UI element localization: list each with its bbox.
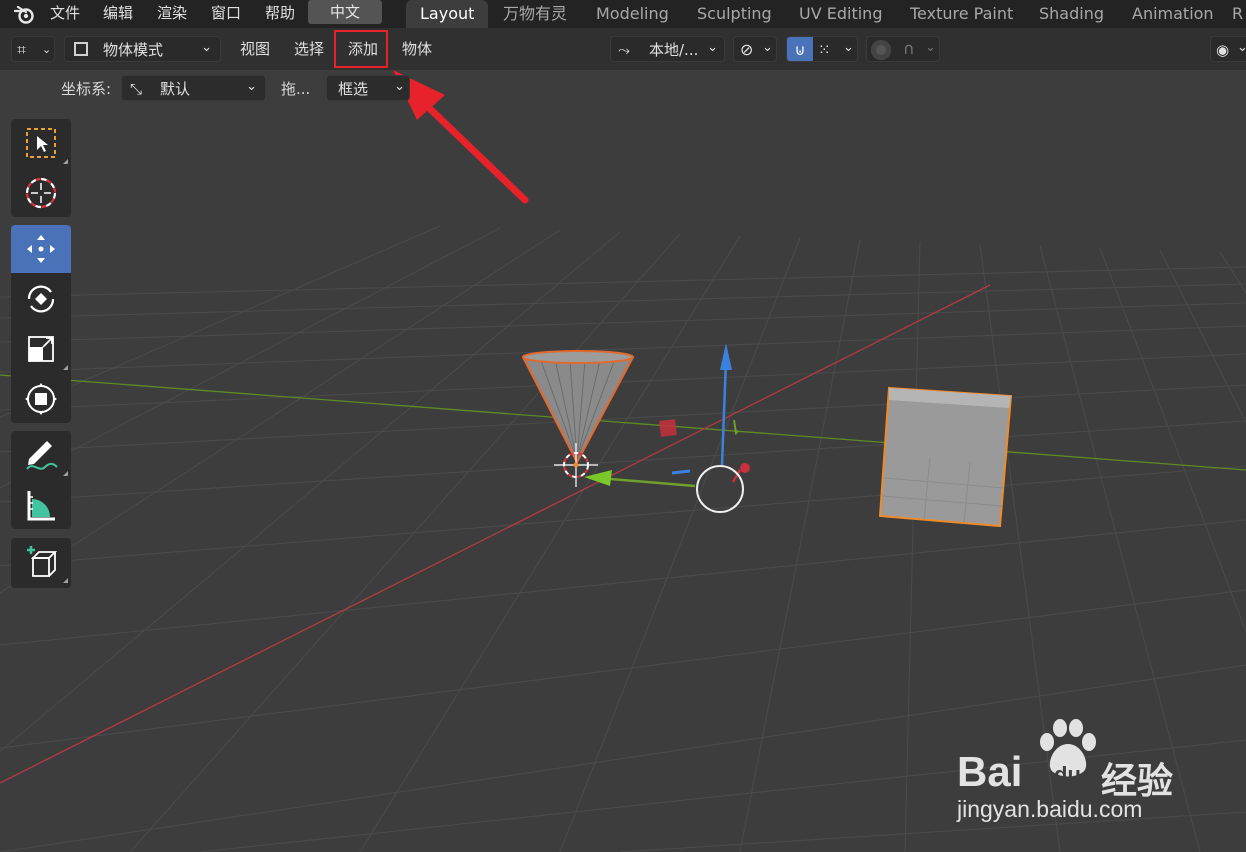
mode-select[interactable]: 物体模式 ⌄ [64,36,221,62]
tab-modeling[interactable]: Modeling [596,0,669,28]
chevron-down-icon: ⌄ [201,40,212,55]
menu-window[interactable]: 窗口 [211,2,241,26]
tab-texture-paint[interactable]: Texture Paint [910,0,1013,28]
select-tools-panel [11,119,71,217]
chevron-down-icon: ⌄ [394,79,405,94]
baidu-watermark: Bai du 经验 jingyan.baidu.com [955,718,1185,828]
snap-target-icon[interactable]: ⁙ [818,37,831,63]
tab-overflow[interactable]: R [1232,0,1243,28]
move-tool[interactable] [11,225,71,273]
chevron-down-icon: ⌄ [1237,40,1246,55]
proportional-edit-group: ∩ ⌄ [866,36,940,62]
measure-tool[interactable] [11,481,71,529]
menu-edit[interactable]: 编辑 [103,2,133,26]
transform-tool[interactable] [11,375,71,423]
chevron-down-icon: ⌄ [762,40,773,55]
drag-value: 框选 [338,80,369,98]
annotate-tool[interactable] [11,431,71,479]
proportional-edit-icon[interactable] [871,40,891,60]
cursor-icon [25,177,57,209]
transform-tools-panel [11,225,71,423]
move-icon [27,235,55,263]
add-cube-tool[interactable] [11,538,71,586]
tab-layout[interactable]: Layout [406,0,489,28]
baidu-url: jingyan.baidu.com [957,796,1143,822]
tab-uv-editing[interactable]: UV Editing [799,0,882,28]
viewport-header: ⌗ ⌄ 物体模式 ⌄ ⤳ 本地/... ⌄ ⊘ ⌄ ⊍ ⁙ ⌄ ∩ ⌄ ◉ ⌄ [0,28,1246,70]
drag-label: 拖... [281,80,311,98]
visibility-button[interactable]: ◉ ⌄ [1210,36,1246,62]
blender-logo-icon[interactable] [14,4,36,24]
editor-type-button[interactable]: ⌗ ⌄ [11,36,55,62]
tab-wanwu[interactable]: 万物有灵 [503,0,567,28]
tab-shading[interactable]: Shading [1039,0,1104,28]
menu-render[interactable]: 渲染 [157,2,187,26]
annotate-pencil-icon [26,441,58,470]
orientation-icon: ⤳ [618,41,631,59]
select-box-tool[interactable] [11,119,71,167]
axes-icon: ⤡ [130,80,143,98]
menu-object[interactable]: 物体 [402,36,432,62]
mode-label: 物体模式 [103,41,164,59]
snap-group: ⊍ ⁙ ⌄ [786,36,858,62]
tab-sculpting[interactable]: Sculpting [697,0,772,28]
falloff-curve-icon[interactable]: ∩ [903,36,915,62]
tool-options-bar: 坐标系: ⤡ 默认 ⌄ 拖... 框选 ⌄ [0,70,1246,108]
rotate-tool[interactable] [11,275,71,323]
menu-view[interactable]: 视图 [240,36,270,62]
chevron-down-icon[interactable]: ⌄ [925,35,936,61]
cube-object[interactable] [878,386,1013,528]
add-tools-panel [11,538,71,588]
add-cube-icon [27,546,58,577]
chevron-down-icon: ⌄ [246,79,257,94]
baidu-brand-bai: Bai [957,748,1023,795]
rotate-icon [27,285,55,313]
editor-type-icon: ⌗ [17,40,27,59]
transform-pivot-button[interactable]: ⊘ ⌄ [733,36,777,62]
menu-file[interactable]: 文件 [50,2,80,26]
scale-tool[interactable] [11,325,71,373]
baidu-brand-du: du [1054,762,1081,787]
chevron-down-icon[interactable]: ⌄ [843,35,854,61]
drag-select[interactable]: 框选 ⌄ [326,75,410,101]
coord-system-select[interactable]: ⤡ 默认 ⌄ [121,75,266,101]
object-mode-icon [74,42,88,56]
measure-ruler-icon [27,491,55,521]
eye-icon: ◉ [1216,41,1230,59]
chevron-down-icon: ⌄ [42,43,52,56]
language-button[interactable]: 中文 [308,0,382,24]
pivot-select[interactable]: ⤳ 本地/... ⌄ [610,36,725,62]
scale-icon [28,336,54,362]
snap-toggle-icon[interactable]: ⊍ [787,37,813,61]
pivot-label: 本地/... [649,41,699,59]
select-box-icon [26,128,56,158]
tab-animation[interactable]: Animation [1132,0,1214,28]
coord-system-label: 坐标系: [61,80,112,98]
add-menu-highlight [334,30,388,68]
menu-select[interactable]: 选择 [294,36,324,62]
menu-help[interactable]: 帮助 [265,2,295,26]
top-bar: 文件 编辑 渲染 窗口 帮助 中文 Layout 万物有灵 Modeling S… [0,0,1246,28]
pivot-point-icon: ⊘ [740,40,754,59]
chevron-down-icon: ⌄ [707,40,718,55]
coord-system-value: 默认 [160,80,191,98]
cursor-tool[interactable] [11,169,71,217]
transform-icon [25,383,57,415]
annotate-tools-panel [11,431,71,529]
